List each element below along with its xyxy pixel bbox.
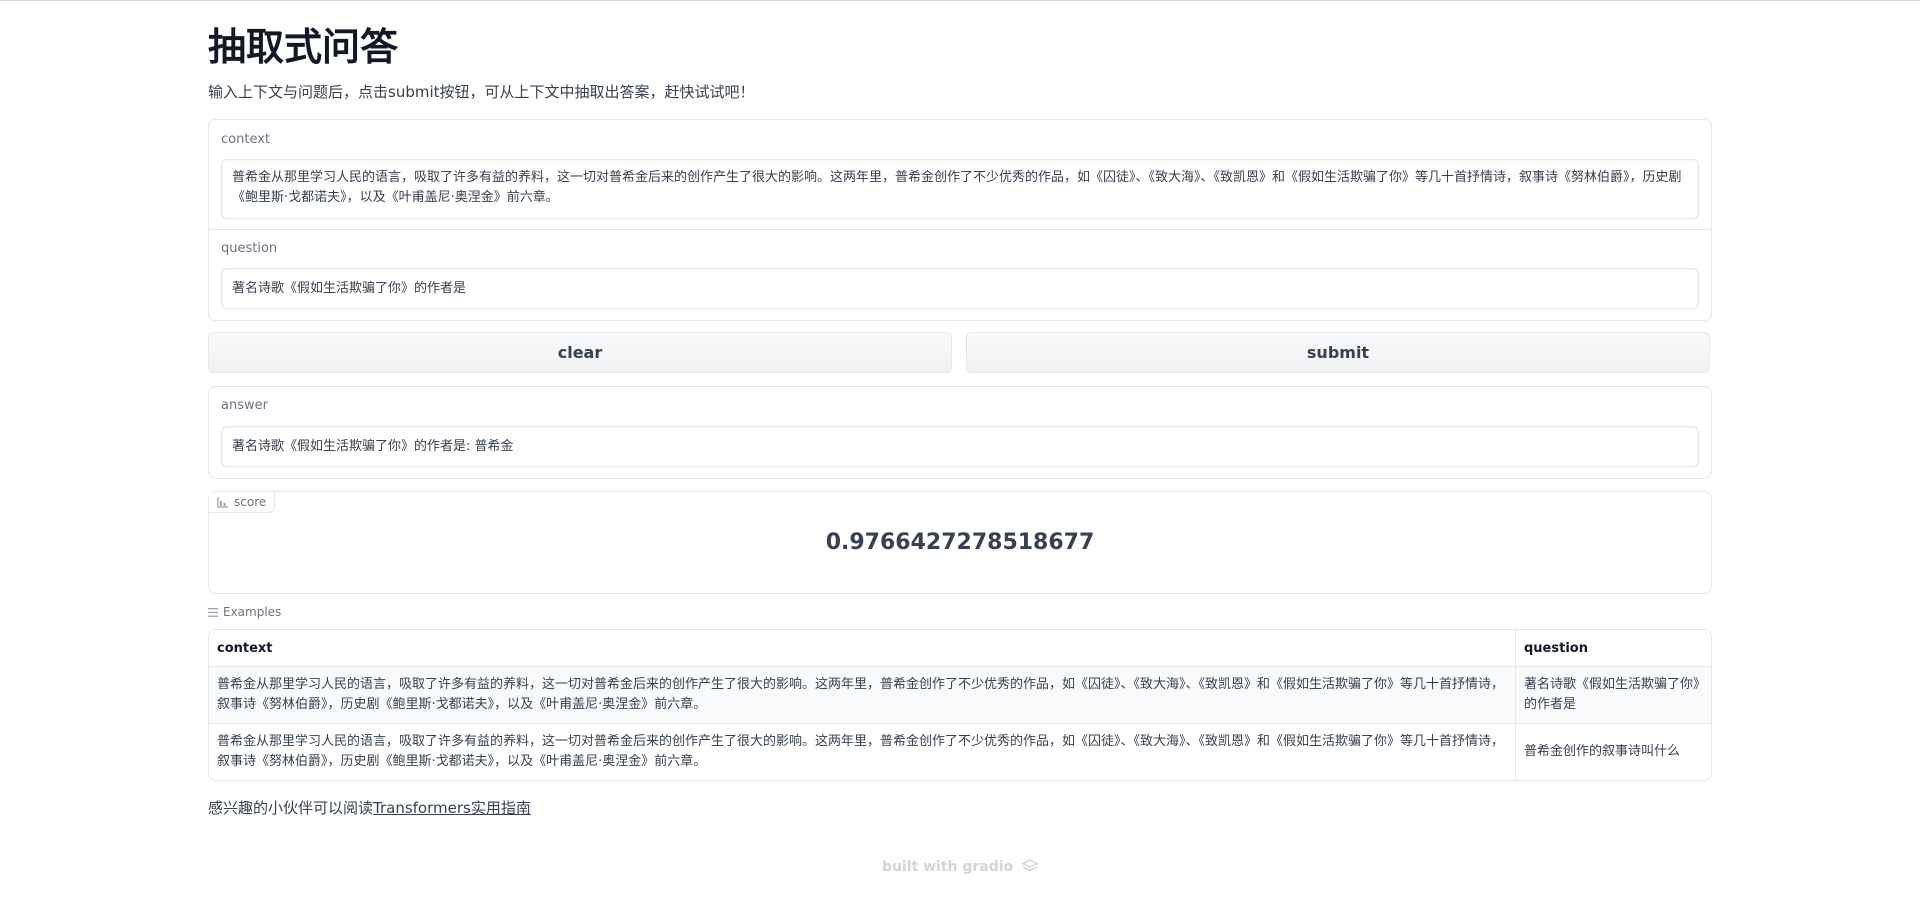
score-tag: score [209, 492, 276, 513]
question-input[interactable]: 著名诗歌《假如生活欺骗了你》的作者是 [221, 268, 1699, 309]
answer-output[interactable]: 著名诗歌《假如生活欺骗了你》的作者是: 普希金 [221, 426, 1699, 467]
examples-table: context question 普希金从那里学习人民的语言，吸取了许多有益的养… [208, 629, 1712, 781]
example-context-cell[interactable]: 普希金从那里学习人民的语言，吸取了许多有益的养料，这一切对普希金后来的创作产生了… [209, 667, 1516, 724]
bar-chart-icon [217, 496, 228, 508]
page-title: 抽取式问答 [208, 25, 399, 69]
examples-header-row: context question [209, 630, 1711, 667]
examples-header: Examples [208, 605, 281, 619]
panel-divider [209, 229, 1711, 230]
question-label: question [221, 241, 278, 256]
score-label: score [234, 495, 267, 509]
page-description: 输入上下文与问题后，点击submit按钮，可从上下文中抽取出答案，赶快试试吧！ [208, 83, 755, 101]
context-textarea[interactable]: 普希金从那里学习人民的语言，吸取了许多有益的养料，这一切对普希金后来的创作产生了… [221, 159, 1699, 219]
example-question-cell[interactable]: 普希金创作的叙事诗叫什么 [1516, 724, 1711, 780]
list-icon [208, 607, 218, 617]
footer-note-text: 感兴趣的小伙伴可以阅读 [208, 799, 374, 817]
column-header-context: context [209, 630, 1516, 667]
example-context-cell[interactable]: 普希金从那里学习人民的语言，吸取了许多有益的养料，这一切对普希金后来的创作产生了… [209, 724, 1516, 780]
answer-panel: answer 著名诗歌《假如生活欺骗了你》的作者是: 普希金 [208, 386, 1712, 479]
answer-label: answer [221, 398, 268, 413]
submit-button[interactable]: submit [966, 332, 1710, 373]
gradio-logo-icon [1021, 859, 1039, 872]
input-panel: context 普希金从那里学习人民的语言，吸取了许多有益的养料，这一切对普希金… [208, 119, 1712, 321]
transformers-guide-link[interactable]: Transformers实用指南 [373, 799, 531, 817]
footer-note: 感兴趣的小伙伴可以阅读Transformers实用指南 [208, 797, 531, 818]
example-row[interactable]: 普希金从那里学习人民的语言，吸取了许多有益的养料，这一切对普希金后来的创作产生了… [209, 667, 1711, 724]
built-with-gradio[interactable]: built with gradio [0, 859, 1920, 875]
context-label: context [221, 132, 270, 147]
example-question-cell[interactable]: 著名诗歌《假如生活欺骗了你》的作者是 [1516, 667, 1711, 724]
score-panel: score 0.9766427278518677 [208, 491, 1712, 594]
example-row[interactable]: 普希金从那里学习人民的语言，吸取了许多有益的养料，这一切对普希金后来的创作产生了… [209, 724, 1711, 780]
clear-button[interactable]: clear [208, 332, 952, 373]
score-value: 0.9766427278518677 [825, 530, 1095, 555]
built-with-text: built with gradio [881, 859, 1014, 875]
examples-label: Examples [223, 605, 282, 619]
column-header-question: question [1516, 630, 1711, 667]
